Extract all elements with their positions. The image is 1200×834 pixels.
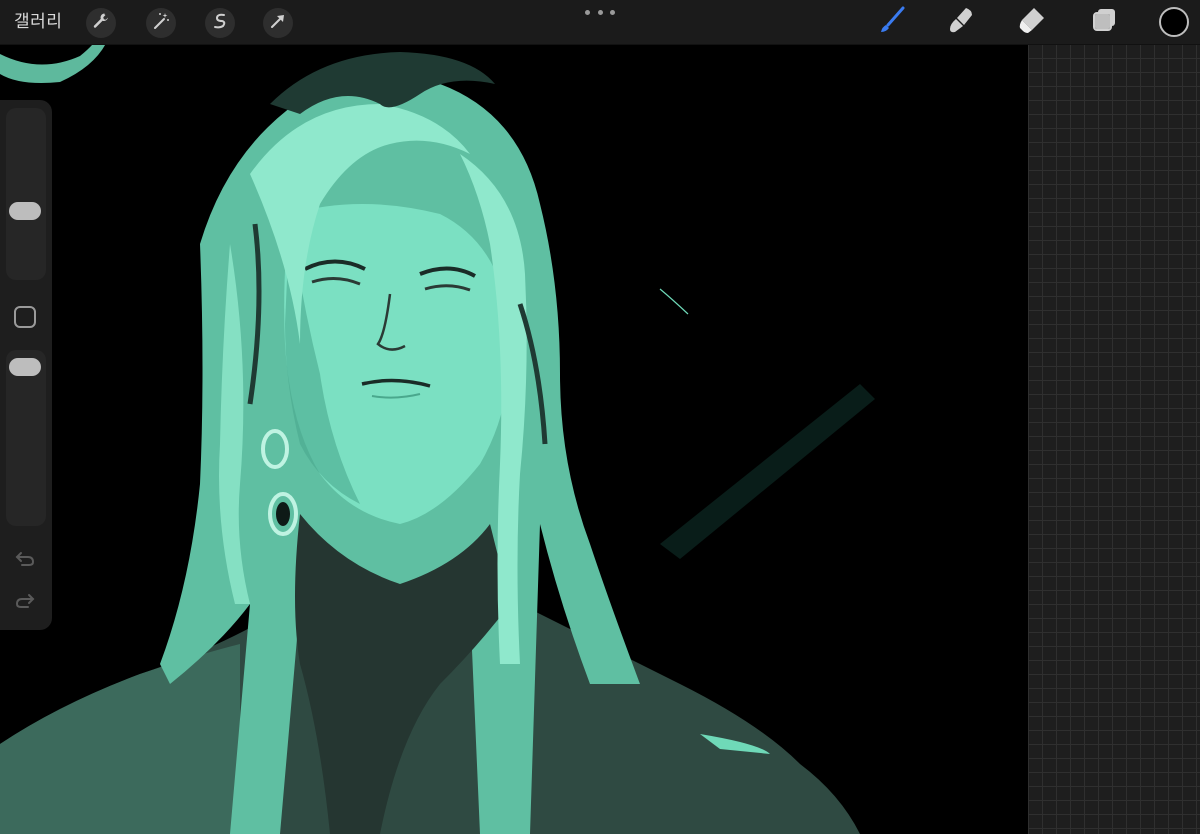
layers-button[interactable] bbox=[1088, 6, 1120, 38]
brush-size-slider[interactable] bbox=[6, 108, 46, 280]
artwork bbox=[0, 44, 1028, 834]
wrench-icon bbox=[92, 12, 110, 34]
gallery-button[interactable]: 갤러리 bbox=[14, 9, 62, 35]
opacity-handle[interactable] bbox=[9, 358, 41, 376]
eraser-icon bbox=[1017, 5, 1047, 39]
top-toolbar: 갤러리 bbox=[0, 0, 1200, 45]
color-picker-swatch[interactable] bbox=[1159, 7, 1189, 37]
undo-arrow-icon bbox=[14, 550, 36, 572]
brush-tool-button[interactable] bbox=[875, 6, 907, 38]
dot bbox=[610, 10, 615, 15]
actions-button[interactable] bbox=[86, 8, 116, 38]
offcanvas-grid-area bbox=[1028, 44, 1200, 834]
adjustments-button[interactable] bbox=[146, 8, 176, 38]
dot bbox=[585, 10, 590, 15]
smudge-icon bbox=[946, 5, 976, 39]
selection-s-icon bbox=[211, 12, 229, 34]
redo-arrow-icon bbox=[14, 592, 36, 614]
brush-size-handle[interactable] bbox=[9, 202, 41, 220]
modify-button[interactable] bbox=[14, 306, 36, 328]
left-sidebar bbox=[0, 100, 52, 630]
magic-wand-icon bbox=[152, 12, 170, 34]
drawing-canvas[interactable] bbox=[0, 44, 1028, 834]
layers-icon bbox=[1089, 5, 1119, 39]
selection-button[interactable] bbox=[205, 8, 235, 38]
smudge-tool-button[interactable] bbox=[945, 6, 977, 38]
eraser-tool-button[interactable] bbox=[1016, 6, 1048, 38]
dot bbox=[597, 10, 603, 15]
transform-arrow-icon bbox=[269, 12, 287, 34]
redo-button[interactable] bbox=[11, 592, 39, 614]
transform-button[interactable] bbox=[263, 8, 293, 38]
brush-icon bbox=[876, 5, 906, 39]
undo-button[interactable] bbox=[11, 550, 39, 572]
opacity-slider[interactable] bbox=[6, 350, 46, 526]
procreate-app: 갤러리 bbox=[0, 0, 1200, 834]
more-options-dots[interactable] bbox=[585, 6, 615, 20]
